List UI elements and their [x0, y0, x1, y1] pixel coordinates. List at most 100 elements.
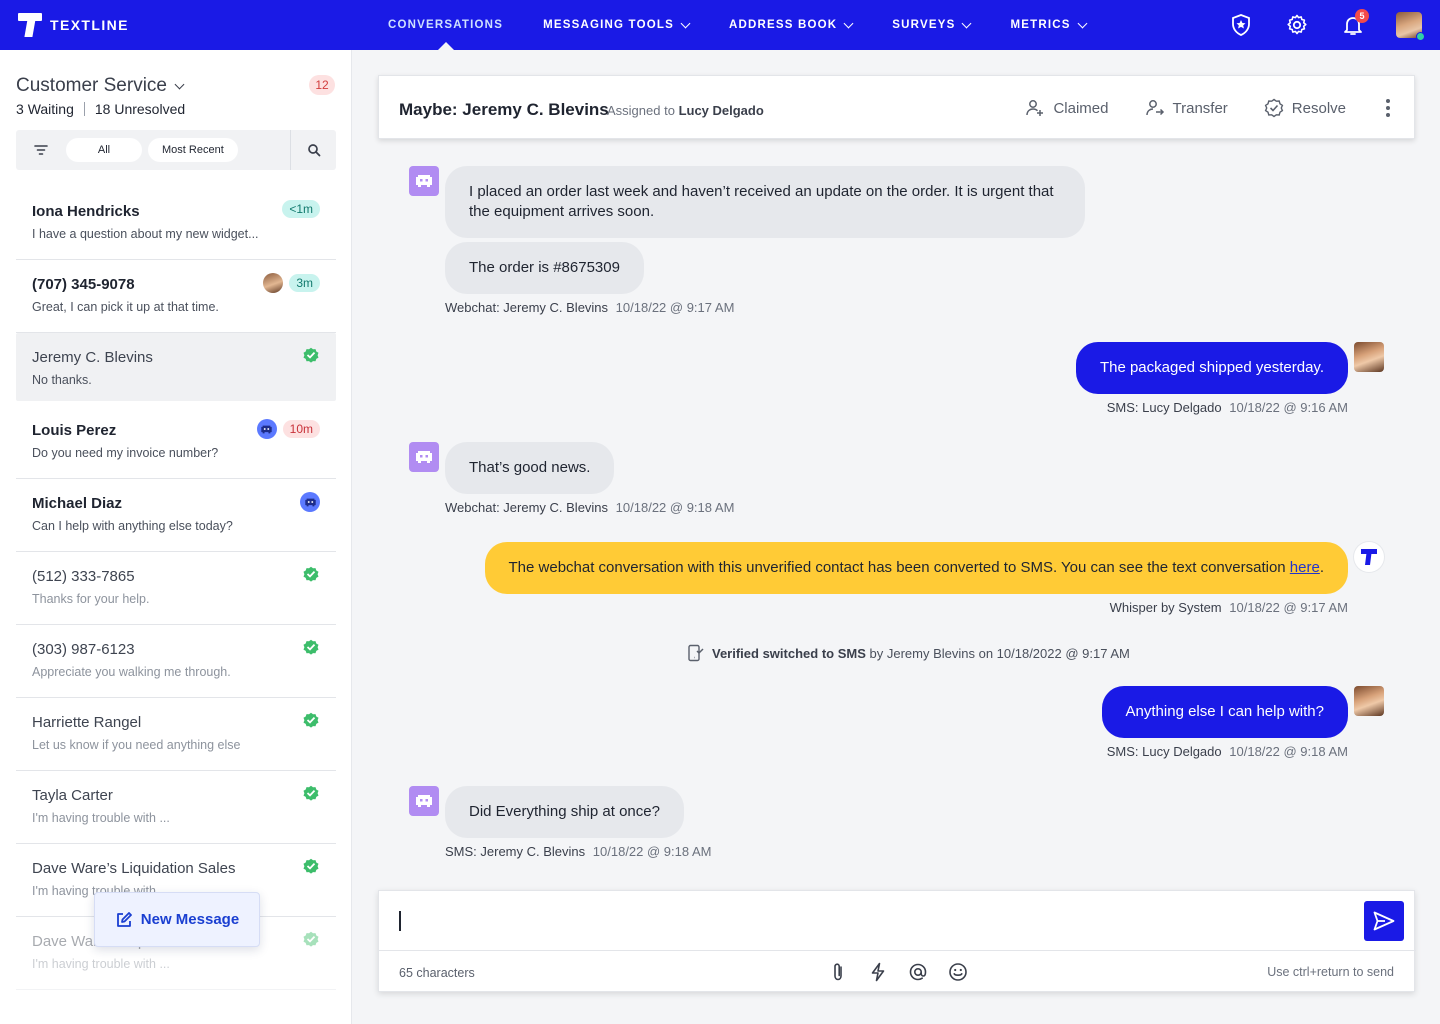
outgoing-message: The packaged shipped yesterday.: [1075, 342, 1348, 394]
conversation-meta: 10m: [256, 419, 320, 439]
contact-avatar-icon: [409, 442, 439, 472]
more-options-icon[interactable]: [1382, 99, 1394, 117]
lightning-icon[interactable]: [867, 961, 889, 983]
nav-address-book[interactable]: ADDRESS BOOK: [709, 0, 872, 50]
conversation-name: Tayla Carter: [32, 787, 113, 804]
conversation-item[interactable]: Iona Hendricks I have a question about my…: [16, 187, 336, 260]
new-message-label: New Message: [140, 911, 240, 928]
message-meta: Webchat: Jeremy C. Blevins 10/18/22 @ 9:…: [445, 500, 735, 515]
resolved-check-icon: [303, 931, 319, 947]
shield-icon[interactable]: [1228, 12, 1254, 38]
attachment-icon[interactable]: [827, 961, 849, 983]
message-composer: 65 characters Use ctrl+return to send: [378, 890, 1416, 992]
conversation-item[interactable]: Jeremy C. Blevins No thanks.: [16, 333, 336, 401]
conversation-actions: Claimed Transfer Resolve: [1025, 76, 1394, 140]
check-badge-icon: [1264, 98, 1284, 118]
online-status-dot: [1416, 32, 1425, 41]
message-meta: SMS: Lucy Delgado 10/18/22 @ 9:16 AM: [1106, 400, 1348, 415]
conversation-item[interactable]: Tayla Carter I'm having trouble with ...: [16, 771, 336, 844]
conversation-preview: I'm having trouble with ...: [32, 957, 170, 971]
claimed-button[interactable]: Claimed: [1025, 98, 1109, 118]
nav-metrics[interactable]: METRICS: [990, 0, 1105, 50]
conversation-item[interactable]: Michael Diaz Can I help with anything els…: [16, 479, 336, 552]
nav-surveys[interactable]: SURVEYS: [872, 0, 990, 50]
conversation-meta: [302, 346, 320, 364]
nav-conversations[interactable]: CONVERSATIONS: [368, 0, 523, 50]
conversation-item[interactable]: (707) 345-9078 Great, I can pick it up at…: [16, 260, 336, 333]
conversation-meta: [302, 857, 320, 875]
conversation-meta: 3m: [263, 273, 320, 293]
robot-icon: [416, 175, 432, 187]
filter-all-pill[interactable]: All: [66, 138, 142, 162]
conversation-preview: Appreciate you walking me through.: [32, 665, 231, 679]
bot-avatar-icon: [256, 419, 277, 439]
message-meta: Webchat: Jeremy C. Blevins 10/18/22 @ 9:…: [445, 300, 735, 315]
incoming-message: Did Everything ship at once?: [445, 786, 684, 838]
conversation-name: Michael Diaz: [32, 495, 123, 512]
conversation-title: Maybe: Jeremy C. Blevins: [399, 100, 609, 119]
nav-label: METRICS: [1010, 19, 1071, 31]
user-transfer-icon: [1145, 100, 1164, 116]
filter-icon[interactable]: [16, 130, 66, 170]
resolve-button[interactable]: Resolve: [1264, 98, 1346, 118]
conversation-preview: Thanks for your help.: [32, 592, 150, 606]
whisper-message: The webchat conversation with this unver…: [484, 542, 1348, 594]
conversation-preview: Do you need my invoice number?: [32, 446, 219, 460]
message-input[interactable]: [379, 891, 1416, 951]
mention-icon[interactable]: [907, 961, 929, 983]
system-event: Verified switched to SMS by Jeremy Blevi…: [686, 644, 1130, 662]
conversation-name: (707) 345-9078: [32, 276, 135, 293]
conversation-preview: Let us know if you need anything else: [32, 738, 241, 752]
bell-icon[interactable]: 5: [1340, 9, 1369, 38]
claimed-label: Claimed: [1053, 99, 1109, 117]
incoming-message: I placed an order last week and haven’t …: [445, 166, 1085, 238]
inbox-stats: 3 Waiting 18 Unresolved: [16, 101, 185, 117]
nav-label: MESSAGING TOOLS: [543, 19, 674, 31]
contact-avatar-icon: [409, 786, 439, 816]
wait-time-badge: 10m: [282, 420, 320, 438]
send-button[interactable]: [1364, 901, 1404, 941]
composer-tools: [827, 961, 969, 983]
inbox-selector[interactable]: Customer Service: [16, 75, 185, 97]
nav-right-icons: 5: [1228, 0, 1425, 50]
user-plus-icon: [1026, 100, 1044, 116]
textline-logo[interactable]: TEXTLINE: [18, 13, 129, 37]
incoming-message: That’s good news.: [445, 442, 615, 494]
agent-avatar: [1354, 342, 1384, 372]
conversation-meta: <1m: [282, 200, 320, 218]
nav-label: SURVEYS: [892, 19, 956, 31]
here-link[interactable]: here: [1290, 559, 1320, 576]
stat-divider: [83, 102, 85, 116]
sort-most-recent-pill[interactable]: Most Recent: [148, 138, 238, 162]
emoji-icon[interactable]: [947, 961, 969, 983]
gear-icon[interactable]: [1284, 12, 1310, 38]
conversation-meta: [302, 711, 320, 729]
transfer-button[interactable]: Transfer: [1145, 98, 1228, 118]
transfer-label: Transfer: [1172, 99, 1228, 117]
user-avatar[interactable]: [1396, 12, 1425, 41]
new-message-button[interactable]: New Message: [94, 892, 260, 947]
robot-icon: [416, 795, 432, 807]
agent-avatar: [1354, 686, 1384, 716]
robot-icon: [416, 451, 432, 463]
system-avatar: [1354, 542, 1384, 572]
waiting-stat: 3 Waiting: [16, 101, 74, 117]
conversation-name: Harriette Rangel: [32, 714, 142, 731]
search-icon[interactable]: [290, 130, 336, 170]
outgoing-message: Anything else I can help with?: [1101, 686, 1348, 738]
nav-menu: CONVERSATIONS MESSAGING TOOLS ADDRESS BO…: [368, 0, 1106, 50]
conversation-item[interactable]: (512) 333-7865 Thanks for your help.: [16, 552, 336, 625]
conversation-name: Dave Ware’s Liquidation Sales: [32, 860, 236, 877]
conversation-name: (303) 987-6123: [32, 641, 135, 658]
conversation-name: Iona Hendricks: [32, 203, 140, 220]
top-navigation: TEXTLINE CONVERSATIONS MESSAGING TOOLS A…: [0, 0, 1440, 50]
nav-label: ADDRESS BOOK: [728, 19, 838, 31]
conversation-meta: [300, 492, 320, 512]
unresolved-stat: 18 Unresolved: [94, 101, 186, 117]
conversation-item[interactable]: (303) 987-6123 Appreciate you walking me …: [16, 625, 336, 698]
conversation-item[interactable]: Harriette Rangel Let us know if you need …: [16, 698, 336, 771]
conversation-name: Louis Perez: [32, 422, 117, 439]
nav-messaging-tools[interactable]: MESSAGING TOOLS: [523, 0, 709, 50]
conversation-name: (512) 333-7865: [32, 568, 135, 585]
conversation-item[interactable]: Louis Perez Do you need my invoice number…: [16, 406, 336, 479]
